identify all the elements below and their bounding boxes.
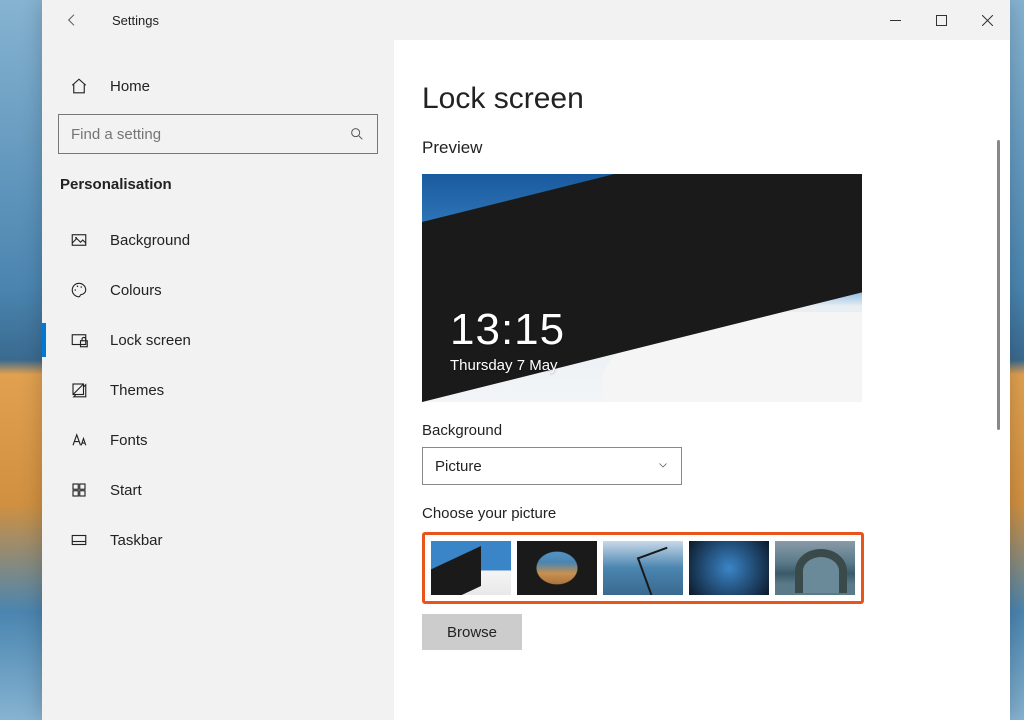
back-button[interactable] xyxy=(60,8,84,32)
sidebar: Home Personalisation Background xyxy=(42,40,394,720)
picture-thumbnails-highlight xyxy=(422,532,864,604)
sidebar-item-colours[interactable]: Colours xyxy=(58,265,378,315)
preview-time: 13:15 xyxy=(450,305,565,355)
search-icon xyxy=(337,115,377,153)
search-input[interactable] xyxy=(59,126,337,143)
choose-picture-label: Choose your picture xyxy=(422,505,982,522)
preview-heading: Preview xyxy=(422,138,982,158)
sidebar-item-background[interactable]: Background xyxy=(58,215,378,265)
browse-button[interactable]: Browse xyxy=(422,614,522,650)
maximize-button[interactable] xyxy=(918,0,964,40)
sidebar-item-label: Lock screen xyxy=(110,332,191,349)
taskbar-icon xyxy=(68,529,90,551)
main-content: Lock screen Preview 13:15 Thursday 7 May… xyxy=(394,40,1010,720)
close-button[interactable] xyxy=(964,0,1010,40)
picture-thumbnail[interactable] xyxy=(517,541,597,595)
sidebar-item-label: Home xyxy=(110,78,150,95)
sidebar-item-label: Fonts xyxy=(110,432,148,449)
home-icon xyxy=(68,75,90,97)
dropdown-value: Picture xyxy=(435,458,482,475)
start-icon xyxy=(68,479,90,501)
titlebar: Settings xyxy=(42,0,1010,40)
preview-date: Thursday 7 May xyxy=(450,357,565,374)
settings-window: Settings Home xyxy=(42,0,1010,720)
sidebar-item-label: Start xyxy=(110,482,142,499)
sidebar-item-fonts[interactable]: Fonts xyxy=(58,415,378,465)
page-title: Lock screen xyxy=(422,82,982,116)
palette-icon xyxy=(68,279,90,301)
sidebar-item-label: Colours xyxy=(110,282,162,299)
browse-button-label: Browse xyxy=(447,624,497,641)
minimize-button[interactable] xyxy=(872,0,918,40)
sidebar-item-themes[interactable]: Themes xyxy=(58,365,378,415)
background-label: Background xyxy=(422,422,982,439)
scrollbar[interactable] xyxy=(997,140,1000,430)
picture-thumbnail[interactable] xyxy=(603,541,683,595)
chevron-down-icon xyxy=(657,458,669,475)
sidebar-item-label: Taskbar xyxy=(110,532,163,549)
lock-screen-icon xyxy=(68,329,90,351)
fonts-icon xyxy=(68,429,90,451)
sidebar-item-lock-screen[interactable]: Lock screen xyxy=(58,315,378,365)
window-title: Settings xyxy=(112,13,159,28)
background-dropdown[interactable]: Picture xyxy=(422,447,682,485)
picture-thumbnail[interactable] xyxy=(775,541,855,595)
picture-icon xyxy=(68,229,90,251)
search-input-container[interactable] xyxy=(58,114,378,154)
lock-screen-preview: 13:15 Thursday 7 May xyxy=(422,174,862,402)
sidebar-item-taskbar[interactable]: Taskbar xyxy=(58,515,378,565)
picture-thumbnail[interactable] xyxy=(689,541,769,595)
sidebar-item-start[interactable]: Start xyxy=(58,465,378,515)
sidebar-nav: Background Colours Lock screen xyxy=(58,215,378,565)
picture-thumbnail[interactable] xyxy=(431,541,511,595)
sidebar-item-home[interactable]: Home xyxy=(58,64,378,108)
themes-icon xyxy=(68,379,90,401)
sidebar-category: Personalisation xyxy=(58,176,378,193)
sidebar-item-label: Themes xyxy=(110,382,164,399)
sidebar-item-label: Background xyxy=(110,232,190,249)
